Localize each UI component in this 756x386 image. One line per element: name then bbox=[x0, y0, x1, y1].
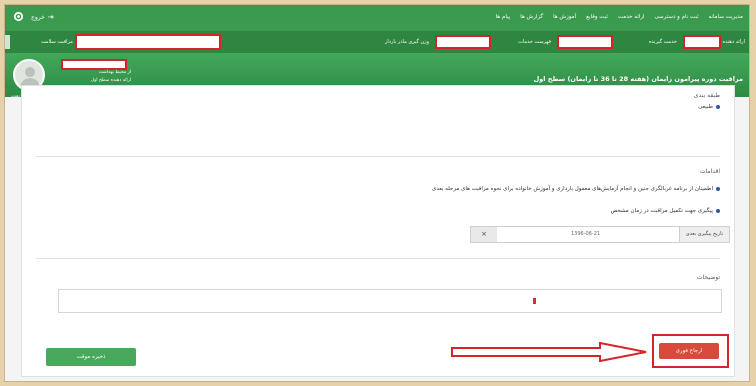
menu-item-reports[interactable]: گزارش ها bbox=[520, 14, 543, 20]
form-card: طبقه بندی طبیعی اقدامات اطمینان از برنام… bbox=[21, 85, 735, 377]
action-item-1[interactable]: اطمینان از برنامه غربالگری جنین و انجام … bbox=[432, 186, 720, 192]
sidebar-toggle[interactable] bbox=[5, 35, 10, 49]
followup-date-value: 1396-06-21 bbox=[571, 231, 601, 237]
followup-date-input[interactable]: × 1396-06-21 تاریخ پیگیری بعدی bbox=[470, 226, 730, 243]
provider-label: ارائه دهنده bbox=[722, 39, 745, 45]
services-field[interactable] bbox=[435, 35, 491, 49]
actions-title: اقدامات bbox=[699, 168, 720, 175]
app-window: مدیریت سامانه ثبت نام و دسترسی ارائه خدم… bbox=[4, 4, 750, 382]
provider-field[interactable] bbox=[683, 35, 721, 49]
menu-item-events[interactable]: ثبت وقایع bbox=[586, 14, 608, 20]
menu-item-messages[interactable]: پیام ها bbox=[496, 14, 511, 20]
user-line-1: از محیط بهداشت bbox=[98, 70, 131, 75]
client-label: خدمت گیرنده bbox=[648, 39, 677, 45]
main-menu: مدیریت سامانه ثبت نام و دسترسی ارائه خدم… bbox=[496, 14, 743, 20]
page-title: مراقبت دوره پیرامون زایمان (هفته 28 تا 3… bbox=[533, 75, 743, 83]
classification-value: طبیعی bbox=[698, 104, 713, 110]
logout-icon: ⇥ bbox=[47, 13, 54, 21]
urgent-referral-button[interactable]: ارجاع فوری bbox=[659, 343, 719, 359]
weighing-label[interactable]: وزن گیری مادر باردار bbox=[385, 39, 429, 45]
menu-item-training[interactable]: آموزش ها bbox=[553, 14, 576, 20]
search-field[interactable] bbox=[75, 34, 221, 50]
radio-selected-icon bbox=[716, 105, 720, 109]
menu-item-services[interactable]: ارائه خدمت bbox=[618, 14, 645, 20]
arrow-annotation-icon bbox=[451, 342, 647, 362]
notes-textarea[interactable] bbox=[58, 289, 722, 313]
context-bar: ارائه دهنده خدمت گیرنده فهرست خدمات وزن … bbox=[5, 31, 749, 53]
save-draft-button[interactable]: ذخیره موقت bbox=[46, 348, 136, 366]
menu-item-admin[interactable]: مدیریت سامانه bbox=[709, 14, 743, 20]
followup-date-label: تاریخ پیگیری بعدی bbox=[678, 227, 729, 242]
user-line-2: ارائه دهنده سطح اول bbox=[90, 78, 131, 83]
exit-button[interactable]: ⇥ خروج bbox=[31, 13, 54, 21]
classification-title: طبقه بندی bbox=[693, 92, 720, 99]
urgent-referral-label: ارجاع فوری bbox=[675, 348, 703, 354]
services-list-label[interactable]: فهرست خدمات bbox=[518, 39, 551, 45]
notes-title: توضیحات bbox=[696, 274, 720, 281]
checkbox-checked-icon bbox=[716, 209, 720, 213]
exit-label: خروج bbox=[31, 13, 45, 21]
divider bbox=[36, 258, 720, 259]
action-text-2: پیگیری جهت تکمیل مراقبت در زمان مشخص bbox=[610, 208, 713, 214]
user-info: از محیط بهداشت ارائه دهنده سطح اول bbox=[51, 69, 131, 85]
classification-option[interactable]: طبیعی bbox=[698, 104, 720, 110]
gear-icon[interactable] bbox=[13, 11, 24, 22]
top-nav: مدیریت سامانه ثبت نام و دسترسی ارائه خدم… bbox=[5, 5, 749, 31]
client-field[interactable] bbox=[557, 35, 613, 49]
action-text-1: اطمینان از برنامه غربالگری جنین و انجام … bbox=[432, 186, 713, 192]
clear-date-button[interactable]: × bbox=[471, 227, 497, 242]
health-care-label[interactable]: مراقبت سلامت bbox=[41, 39, 73, 45]
menu-item-registration[interactable]: ثبت نام و دسترسی bbox=[654, 14, 698, 20]
action-item-2[interactable]: پیگیری جهت تکمیل مراقبت در زمان مشخص bbox=[611, 208, 720, 214]
checkbox-checked-icon bbox=[716, 187, 720, 191]
text-cursor-marker bbox=[533, 298, 536, 304]
save-draft-label: ذخیره موقت bbox=[76, 354, 106, 360]
divider bbox=[36, 156, 720, 157]
